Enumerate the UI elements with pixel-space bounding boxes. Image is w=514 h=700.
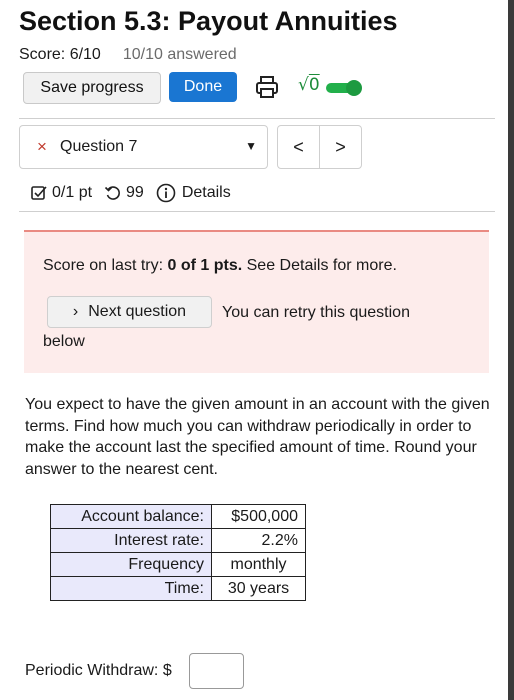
score-text: Score: 6/10 xyxy=(19,46,101,63)
attempts-text: 99 xyxy=(126,184,144,201)
save-progress-button[interactable]: Save progress xyxy=(23,72,161,104)
table-row: Frequency monthly xyxy=(50,552,306,577)
table-cell-label: Time: xyxy=(50,576,212,601)
retry-icon xyxy=(104,184,122,202)
page-title: Section 5.3: Payout Annuities xyxy=(19,6,398,36)
last-try-alert: Score on last try: 0 of 1 pts. See Detai… xyxy=(24,230,489,373)
chevron-right-icon: › xyxy=(72,303,79,320)
score-summary: Score: 6/10 10/10 answered xyxy=(19,46,237,64)
periodic-withdraw-input[interactable] xyxy=(189,653,244,689)
next-question-arrow-button[interactable]: > xyxy=(320,126,361,168)
toggle-knob xyxy=(346,80,362,96)
question-meta: 0/1 pt 99 Details xyxy=(30,183,231,203)
next-question-button[interactable]: › Next question xyxy=(47,296,212,328)
table-cell-value: $500,000 xyxy=(211,504,306,529)
info-icon[interactable] xyxy=(156,183,176,203)
table-row: Interest rate: 2.2% xyxy=(50,528,306,553)
printer-icon[interactable] xyxy=(254,74,280,100)
caret-down-icon: ▼ xyxy=(245,139,257,153)
retry-text: You can retry this question xyxy=(222,304,410,321)
divider xyxy=(19,118,495,119)
details-link[interactable]: Details xyxy=(182,184,231,202)
last-try-score: 0 of 1 pts. xyxy=(167,257,243,274)
question-label: Question 7 xyxy=(60,138,138,155)
math-toggle-switch[interactable] xyxy=(326,80,362,96)
divider xyxy=(19,211,495,212)
answered-count: 10/10 answered xyxy=(122,46,237,63)
table-row: Account balance: $500,000 xyxy=(50,504,306,529)
last-try-text: Score on last try: 0 of 1 pts. See Detai… xyxy=(43,257,397,274)
previous-question-button[interactable]: < xyxy=(278,126,320,168)
sqrt-icon[interactable]: √0 xyxy=(298,75,320,95)
window-edge xyxy=(508,0,514,700)
retry-text-continued: below xyxy=(43,333,85,350)
problem-statement: You expect to have the given amount in a… xyxy=(25,396,490,478)
next-question-label: Next question xyxy=(88,303,187,320)
question-select[interactable]: × Question 7 ▼ xyxy=(19,125,268,169)
incorrect-icon: × xyxy=(37,137,47,156)
given-terms-table: Account balance: $500,000 Interest rate:… xyxy=(50,504,306,601)
done-button[interactable]: Done xyxy=(169,72,237,102)
periodic-withdraw-label: Periodic Withdraw: $ xyxy=(25,662,172,679)
table-cell-value: monthly xyxy=(211,552,306,577)
table-row: Time: 30 years xyxy=(50,576,306,601)
table-cell-value: 30 years xyxy=(211,576,306,601)
points-text: 0/1 pt xyxy=(52,184,93,201)
table-cell-value: 2.2% xyxy=(211,528,306,553)
checkbox-icon xyxy=(30,184,48,202)
table-cell-label: Account balance: xyxy=(50,504,212,529)
table-cell-label: Frequency xyxy=(50,552,212,577)
question-nav: < > xyxy=(277,125,362,169)
table-cell-label: Interest rate: xyxy=(50,528,212,553)
